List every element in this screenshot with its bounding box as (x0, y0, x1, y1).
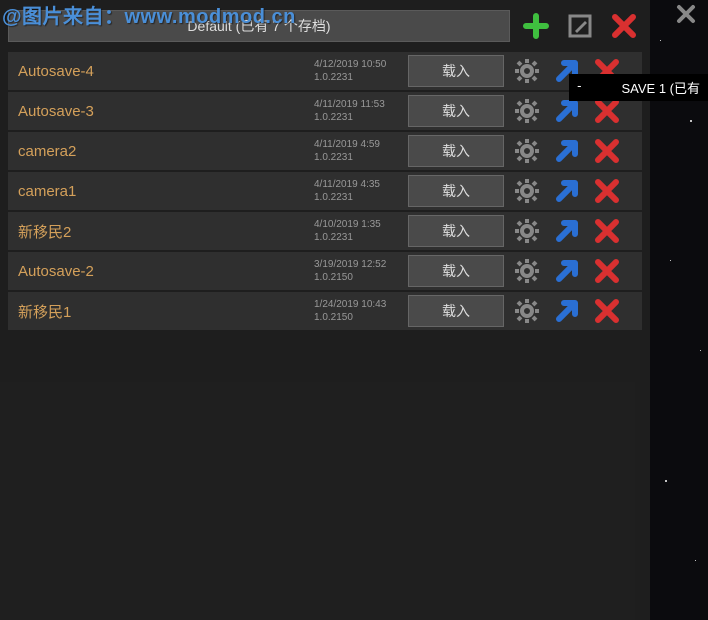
load-button[interactable]: 载入 (408, 215, 504, 247)
x-icon (595, 259, 619, 283)
save-delete-button[interactable] (590, 134, 624, 168)
save-version: 1.0.2150 (314, 271, 402, 284)
save-version: 1.0.2231 (314, 111, 402, 124)
gear-icon (513, 257, 541, 285)
gear-icon (513, 57, 541, 85)
load-button[interactable]: 载入 (408, 295, 504, 327)
save-name: camera2 (18, 143, 308, 160)
load-label: 载入 (442, 261, 470, 281)
save-name: Autosave-3 (18, 103, 308, 120)
save-date: 3/19/2019 12:52 (314, 258, 402, 271)
rename-profile-button[interactable] (562, 8, 598, 44)
arrow-up-right-icon (554, 298, 580, 324)
load-label: 载入 (442, 181, 470, 201)
save-meta: 4/10/2019 1:35 1.0.2231 (314, 218, 402, 244)
x-icon (612, 14, 636, 38)
load-label: 载入 (442, 61, 470, 81)
save-delete-button[interactable] (590, 214, 624, 248)
save-version: 1.0.2231 (314, 231, 402, 244)
x-icon (595, 179, 619, 203)
gear-icon (513, 217, 541, 245)
save-row: camera2 4/11/2019 4:59 1.0.2231 载入 (8, 132, 642, 170)
save-date: 1/24/2019 10:43 (314, 298, 402, 311)
gear-icon (513, 177, 541, 205)
save-row: camera1 4/11/2019 4:35 1.0.2231 载入 (8, 172, 642, 210)
save-row: Autosave-3 4/11/2019 11:53 1.0.2231 载入 (8, 92, 642, 130)
arrow-up-right-icon (554, 258, 580, 284)
tooltip-right: SAVE 1 (已有 (621, 78, 700, 97)
load-button[interactable]: 载入 (408, 135, 504, 167)
x-icon (595, 299, 619, 323)
save-row: Autosave-2 3/19/2019 12:52 1.0.2150 载入 (8, 252, 642, 290)
save-export-button[interactable] (550, 254, 584, 288)
load-label: 载入 (442, 101, 470, 121)
save-settings-button[interactable] (510, 54, 544, 88)
save-meta: 4/11/2019 11:53 1.0.2231 (314, 98, 402, 124)
save-meta: 3/19/2019 12:52 1.0.2150 (314, 258, 402, 284)
save-version: 1.0.2231 (314, 151, 402, 164)
plus-icon (523, 13, 549, 39)
save-date: 4/12/2019 10:50 (314, 58, 402, 71)
tooltip: - SAVE 1 (已有 (569, 74, 708, 101)
delete-profile-button[interactable] (606, 8, 642, 44)
save-row: 新移民1 1/24/2019 10:43 1.0.2150 载入 (8, 292, 642, 330)
save-name: Autosave-4 (18, 63, 308, 80)
load-label: 载入 (442, 221, 470, 241)
gear-icon (513, 137, 541, 165)
tooltip-left: - (577, 78, 581, 97)
save-settings-button[interactable] (510, 254, 544, 288)
arrow-up-right-icon (554, 98, 580, 124)
save-row: Autosave-4 4/12/2019 10:50 1.0.2231 载入 (8, 52, 642, 90)
load-button[interactable]: 载入 (408, 95, 504, 127)
load-label: 载入 (442, 301, 470, 321)
save-export-button[interactable] (550, 294, 584, 328)
load-button[interactable]: 载入 (408, 55, 504, 87)
save-name: 新移民1 (18, 301, 308, 322)
arrow-up-right-icon (554, 138, 580, 164)
save-meta: 4/11/2019 4:59 1.0.2231 (314, 138, 402, 164)
save-delete-button[interactable] (590, 294, 624, 328)
save-version: 1.0.2231 (314, 71, 402, 84)
save-settings-button[interactable] (510, 134, 544, 168)
save-export-button[interactable] (550, 174, 584, 208)
save-version: 1.0.2231 (314, 191, 402, 204)
x-icon (595, 219, 619, 243)
save-export-button[interactable] (550, 134, 584, 168)
save-settings-button[interactable] (510, 214, 544, 248)
load-button[interactable]: 载入 (408, 255, 504, 287)
save-delete-button[interactable] (590, 174, 624, 208)
save-list: Autosave-4 4/12/2019 10:50 1.0.2231 载入 (0, 48, 650, 334)
save-name: 新移民2 (18, 221, 308, 242)
save-settings-button[interactable] (510, 94, 544, 128)
x-icon (595, 99, 619, 123)
save-row: 新移民2 4/10/2019 1:35 1.0.2231 载入 (8, 212, 642, 250)
save-meta: 4/11/2019 4:35 1.0.2231 (314, 178, 402, 204)
save-name: Autosave-2 (18, 263, 308, 280)
save-name: camera1 (18, 183, 308, 200)
save-export-button[interactable] (550, 214, 584, 248)
save-meta: 1/24/2019 10:43 1.0.2150 (314, 298, 402, 324)
load-button[interactable]: 载入 (408, 175, 504, 207)
add-profile-button[interactable] (518, 8, 554, 44)
load-label: 载入 (442, 141, 470, 161)
arrow-up-right-icon (554, 178, 580, 204)
save-date: 4/10/2019 1:35 (314, 218, 402, 231)
save-date: 4/11/2019 4:35 (314, 178, 402, 191)
x-icon (595, 139, 619, 163)
save-load-panel: @图片来自：www.modmod.cn Default (已有 7 个存档) A… (0, 0, 650, 620)
arrow-up-right-icon (554, 218, 580, 244)
save-settings-button[interactable] (510, 294, 544, 328)
edit-icon (567, 13, 593, 39)
watermark-text: @图片来自：www.modmod.cn (2, 0, 296, 29)
save-version: 1.0.2150 (314, 311, 402, 324)
save-settings-button[interactable] (510, 174, 544, 208)
gear-icon (513, 297, 541, 325)
close-icon[interactable] (672, 0, 700, 28)
save-date: 4/11/2019 11:53 (314, 98, 402, 111)
gear-icon (513, 97, 541, 125)
save-meta: 4/12/2019 10:50 1.0.2231 (314, 58, 402, 84)
save-delete-button[interactable] (590, 254, 624, 288)
save-date: 4/11/2019 4:59 (314, 138, 402, 151)
